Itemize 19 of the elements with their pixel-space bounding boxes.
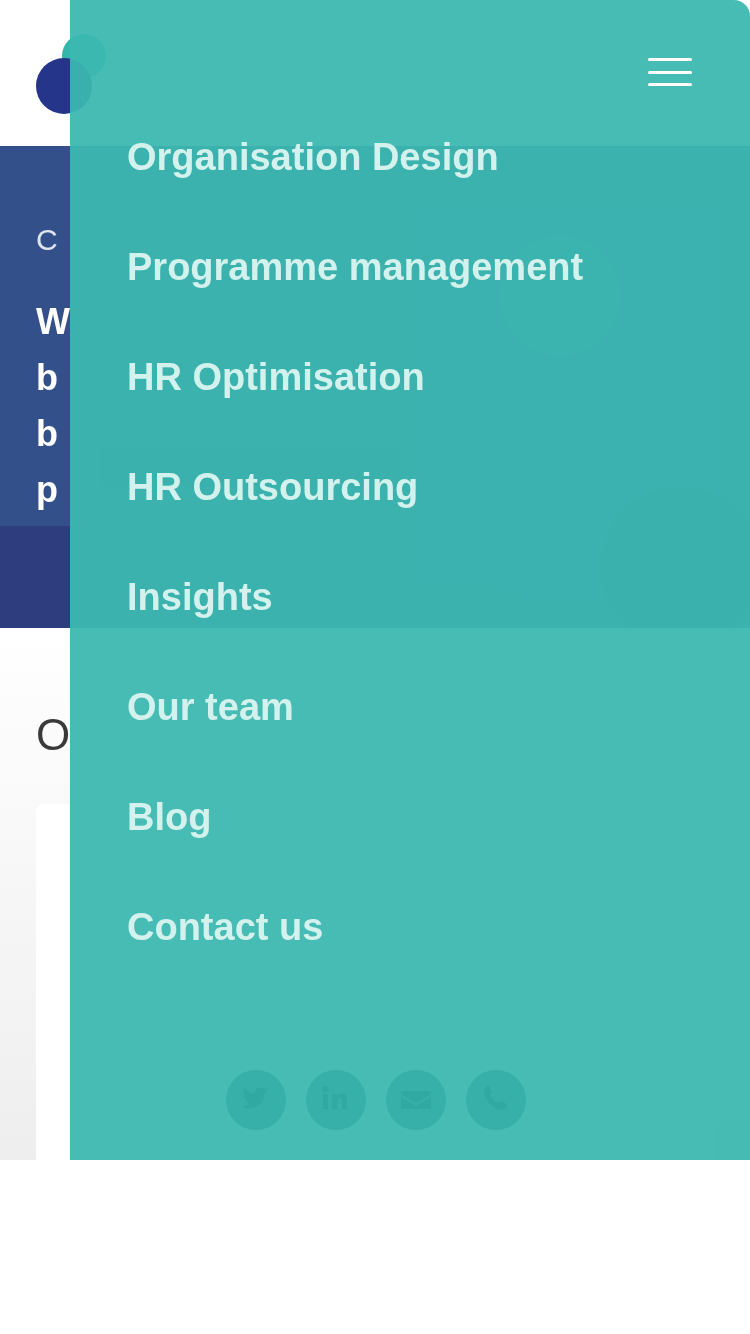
twitter-icon[interactable]	[226, 1070, 286, 1130]
linkedin-icon[interactable]	[306, 1070, 366, 1130]
menu-item[interactable]: Our team	[127, 674, 294, 740]
hero-heading: p	[36, 468, 58, 512]
menu-item[interactable]: HR Outsourcing	[127, 454, 419, 520]
phone-icon[interactable]	[466, 1070, 526, 1130]
menu-icon[interactable]	[648, 58, 692, 86]
menu-item[interactable]: Programme management	[127, 234, 584, 300]
menu-item[interactable]: Contact us	[127, 894, 324, 960]
hero-heading: W	[36, 300, 70, 344]
hero-eyebrow: C	[36, 222, 58, 258]
section-title: O	[36, 710, 71, 760]
menu-item[interactable]: Organisation Design	[127, 124, 499, 190]
hero-heading: b	[36, 412, 58, 456]
hero-heading: b	[36, 356, 58, 400]
menu-item[interactable]: Insights	[127, 564, 273, 630]
mail-icon[interactable]	[386, 1070, 446, 1130]
menu-item[interactable]: HR Optimisation	[127, 344, 425, 410]
menu-item[interactable]: Blog	[127, 784, 212, 850]
